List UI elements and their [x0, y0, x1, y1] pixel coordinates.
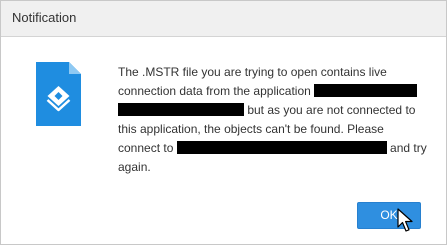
dialog-titlebar: Notification [1, 1, 446, 37]
dialog-title: Notification [12, 10, 77, 25]
mstr-file-icon [36, 62, 81, 126]
notification-dialog: Notification The .MSTR file you are tryi… [0, 0, 447, 245]
mouse-pointer-icon [397, 208, 413, 232]
redacted-connection-name [176, 141, 387, 154]
dialog-message: The .MSTR file you are trying to open co… [118, 63, 428, 177]
redacted-application-name-end [118, 103, 244, 116]
redacted-application-name-start [314, 84, 418, 97]
